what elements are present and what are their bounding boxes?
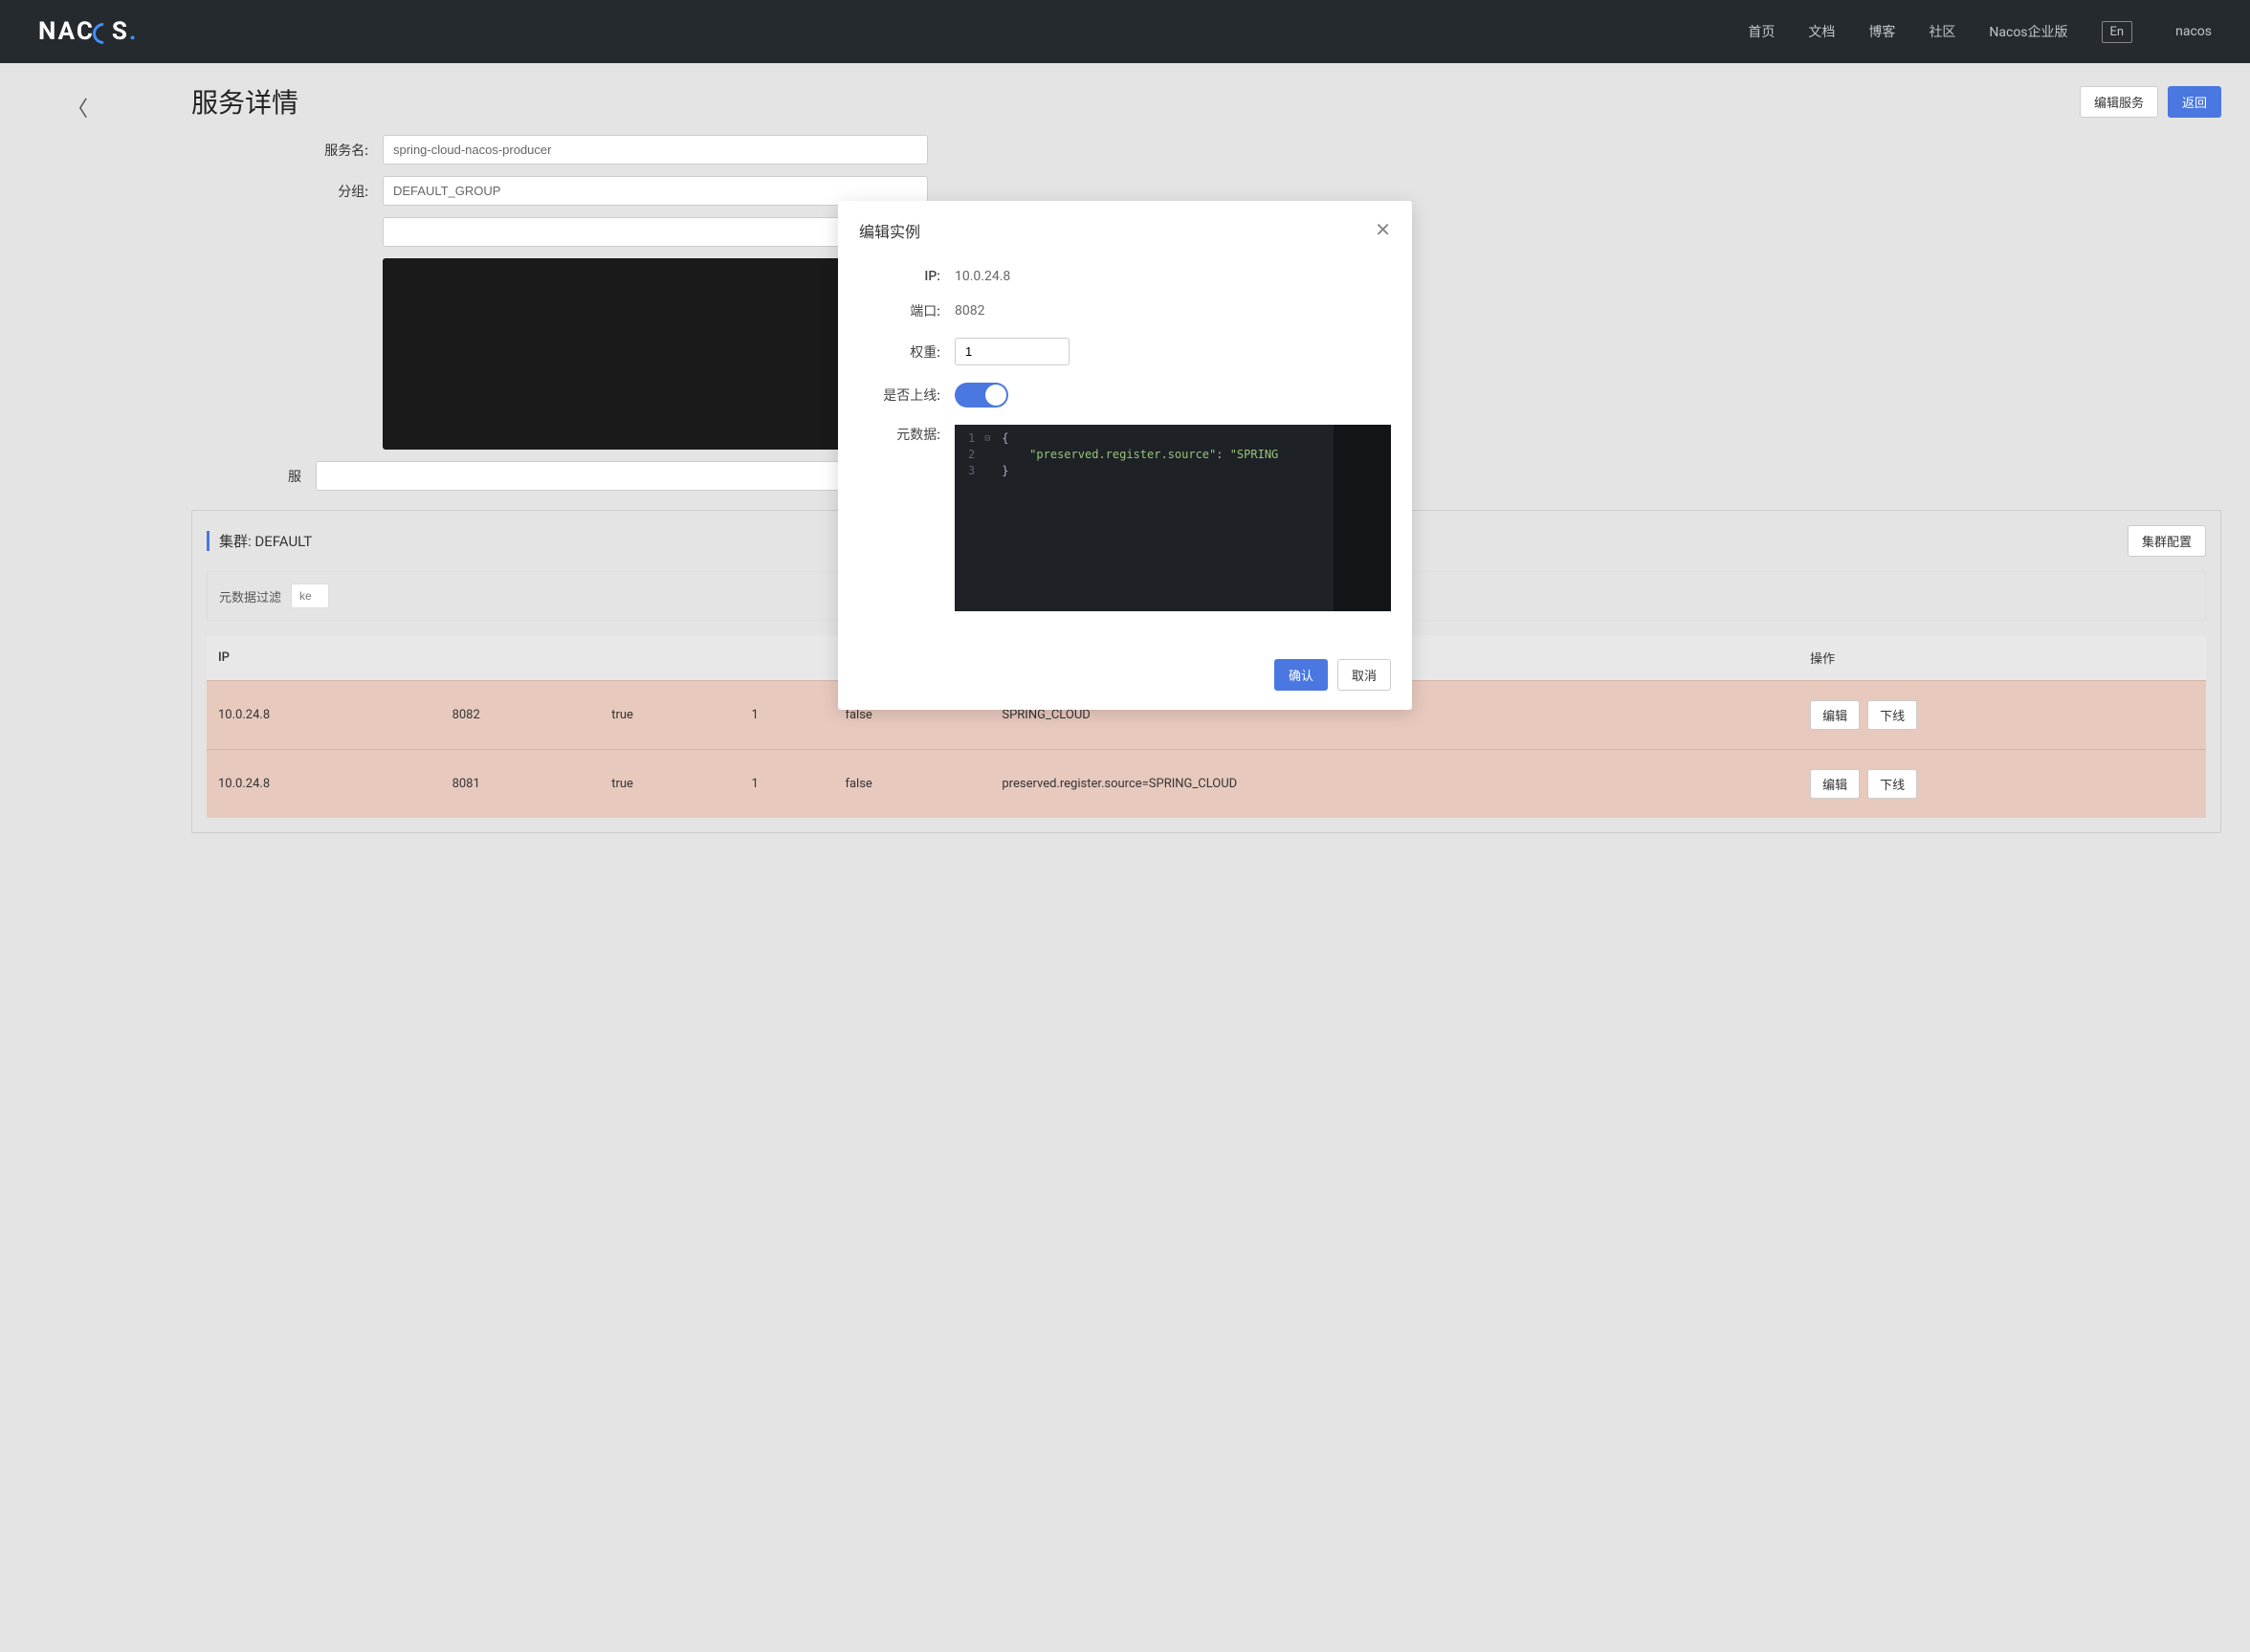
modal-weight-label: 权重: (859, 342, 955, 362)
weight-input[interactable] (955, 338, 1070, 365)
close-icon[interactable]: ✕ (1375, 218, 1391, 242)
line-gutter: 123 (955, 425, 982, 611)
modal-port-label: 端口: (859, 301, 955, 320)
modal-metadata-label: 元数据: (859, 425, 955, 444)
modal-port-value: 8082 (955, 303, 984, 319)
cancel-button[interactable]: 取消 (1337, 659, 1391, 691)
modal-ip-value: 10.0.24.8 (955, 269, 1010, 284)
switch-knob (985, 385, 1006, 406)
modal-online-label: 是否上线: (859, 385, 955, 405)
metadata-code-editor[interactable]: 123 ⊟ { "preserved.register.source": "SP… (955, 425, 1391, 611)
modal-overlay: 编辑实例 ✕ IP: 10.0.24.8 端口: 8082 权重: 是否上线: … (0, 0, 2250, 1652)
fold-gutter: ⊟ (982, 425, 994, 611)
confirm-button[interactable]: 确认 (1274, 659, 1328, 691)
code-content: { "preserved.register.source": "SPRING } (994, 425, 1286, 611)
online-switch[interactable] (955, 383, 1008, 407)
modal-ip-label: IP: (859, 269, 955, 284)
modal-title: 编辑实例 (859, 219, 920, 242)
edit-instance-modal: 编辑实例 ✕ IP: 10.0.24.8 端口: 8082 权重: 是否上线: … (838, 201, 1412, 710)
